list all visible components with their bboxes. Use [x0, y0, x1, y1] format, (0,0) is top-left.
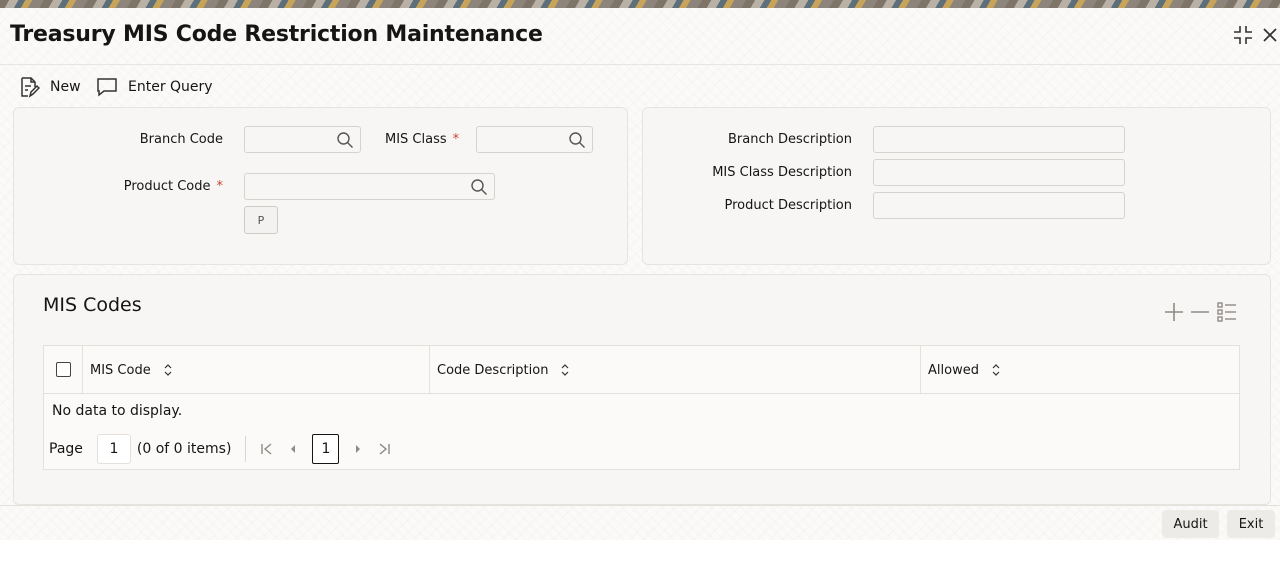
- audit-button[interactable]: Audit: [1162, 510, 1219, 538]
- header-banner-strip: [0, 0, 1280, 8]
- first-page-icon[interactable]: [257, 439, 277, 459]
- sort-icon[interactable]: [163, 363, 173, 377]
- items-count: (0 of 0 items): [136, 441, 232, 457]
- page-number-input[interactable]: 1: [96, 434, 131, 464]
- new-button[interactable]: New: [18, 75, 81, 99]
- select-all-cell: [44, 346, 83, 394]
- close-icon[interactable]: [1259, 24, 1280, 46]
- pagination: Page 1 (0 of 0 items) 1: [49, 434, 397, 464]
- sort-icon[interactable]: [991, 363, 1001, 377]
- enter-query-button[interactable]: Enter Query: [96, 75, 213, 99]
- column-header-allowed[interactable]: Allowed: [921, 346, 1239, 394]
- p-button[interactable]: P: [244, 206, 278, 234]
- page-label: Page: [49, 441, 83, 457]
- maintenance-window: Treasury MIS Code Restriction Maintenanc…: [0, 8, 1280, 540]
- branch-description-field: [873, 126, 1125, 153]
- mis-class-field[interactable]: [476, 126, 593, 153]
- last-page-icon[interactable]: [374, 439, 394, 459]
- mis-class-label: MIS Class *: [385, 132, 460, 147]
- required-marker: *: [452, 132, 460, 147]
- enter-query-label: Enter Query: [128, 79, 213, 95]
- mis-class-description-label: MIS Class Description: [712, 165, 852, 180]
- mis-class-description-field: [873, 159, 1125, 186]
- product-description-label: Product Description: [724, 198, 852, 213]
- empty-message: No data to display.: [52, 403, 183, 419]
- sort-icon[interactable]: [560, 363, 570, 377]
- new-label: New: [50, 79, 81, 95]
- mis-codes-table: MIS Code Code Description Allowed No dat…: [43, 345, 1240, 470]
- search-icon[interactable]: [568, 131, 586, 149]
- mis-codes-title: MIS Codes: [43, 294, 142, 316]
- delete-row-icon[interactable]: [1188, 300, 1212, 324]
- exit-button[interactable]: Exit: [1227, 510, 1275, 538]
- product-code-label: Product Code *: [123, 179, 224, 194]
- column-header-code-description[interactable]: Code Description: [430, 346, 921, 394]
- pager-divider: [245, 436, 247, 462]
- footer-bar: Audit Exit: [0, 505, 1280, 540]
- current-page[interactable]: 1: [312, 434, 340, 464]
- toolbar: New Enter Query: [0, 64, 1280, 108]
- search-icon[interactable]: [336, 131, 354, 149]
- comment-icon: [97, 78, 117, 97]
- page-title: Treasury MIS Code Restriction Maintenanc…: [10, 22, 543, 47]
- previous-page-icon[interactable]: [283, 439, 303, 459]
- single-view-icon[interactable]: [1215, 300, 1239, 324]
- new-document-icon: [21, 77, 40, 98]
- column-header-mis-code[interactable]: MIS Code: [83, 346, 430, 394]
- branch-description-label: Branch Description: [727, 132, 852, 147]
- branch-code-field[interactable]: [244, 126, 361, 153]
- minimize-icon[interactable]: [1232, 24, 1254, 46]
- table-header: MIS Code Code Description Allowed: [44, 346, 1239, 394]
- branch-code-label: Branch Code: [139, 132, 223, 147]
- add-row-icon[interactable]: [1162, 300, 1186, 324]
- select-all-checkbox[interactable]: [56, 362, 71, 377]
- product-code-input[interactable]: [245, 174, 494, 199]
- required-marker: *: [216, 179, 224, 194]
- product-description-field: [873, 192, 1125, 219]
- search-icon[interactable]: [470, 178, 488, 196]
- next-page-icon[interactable]: [348, 439, 368, 459]
- product-code-field[interactable]: [244, 173, 495, 200]
